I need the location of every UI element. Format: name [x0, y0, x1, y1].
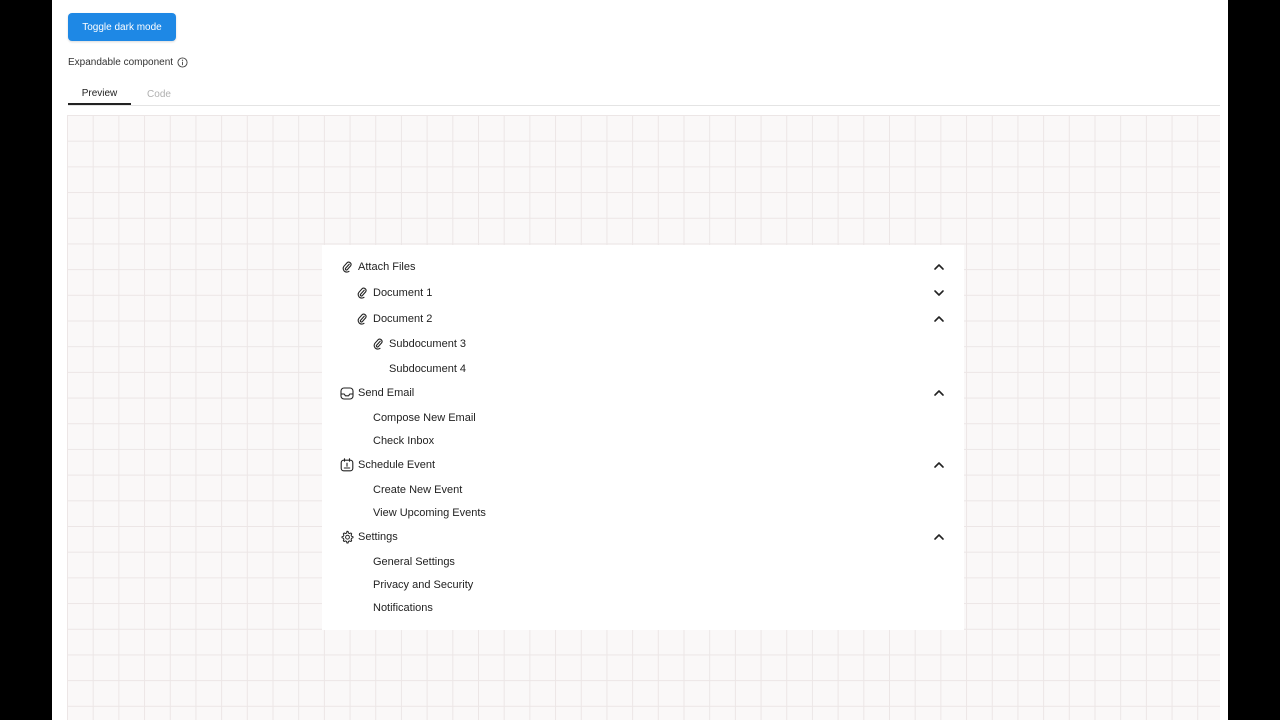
- component-label: Expandable component: [68, 55, 188, 69]
- gear-icon: [340, 530, 354, 544]
- tree-item-label: Settings: [358, 531, 398, 543]
- tree-item-document-2[interactable]: Document 2: [322, 308, 964, 330]
- tree-item-attach-files[interactable]: Attach Files: [322, 256, 964, 278]
- calendar-icon: [340, 458, 354, 472]
- tree-item-label: Create New Event: [373, 484, 463, 496]
- chevron-up-icon[interactable]: [933, 387, 945, 399]
- tree-item-label: Document 2: [373, 313, 433, 325]
- tree-item-label: Subdocument 3: [389, 338, 467, 350]
- tab-code[interactable]: Code: [131, 84, 187, 104]
- tree-item-general-settings[interactable]: General Settings: [322, 551, 964, 573]
- page: Toggle dark mode Expandable component Pr…: [52, 0, 1228, 720]
- tree-item-view-upcoming-events[interactable]: View Upcoming Events: [322, 502, 964, 524]
- tree-item-privacy-and-security[interactable]: Privacy and Security: [322, 574, 964, 596]
- component-label-text: Expandable component: [68, 56, 174, 68]
- preview-canvas: Attach Files Document 1 Document 2 Subdo…: [67, 115, 1220, 720]
- tree-item-label: Compose New Email: [373, 412, 476, 424]
- expandable-tree: Attach Files Document 1 Document 2 Subdo…: [322, 245, 964, 630]
- tree-item-schedule-event[interactable]: Schedule Event: [322, 454, 964, 476]
- paperclip-icon: [340, 260, 354, 274]
- chevron-down-icon[interactable]: [933, 287, 945, 299]
- tree-item-subdocument-3[interactable]: Subdocument 3: [322, 333, 964, 355]
- tree-item-send-email[interactable]: Send Email: [322, 382, 964, 404]
- tree-item-label: Check Inbox: [373, 435, 435, 447]
- tree-item-subdocument-4[interactable]: Subdocument 4: [322, 358, 964, 380]
- tree-item-label: Attach Files: [358, 261, 416, 273]
- chevron-up-icon[interactable]: [933, 459, 945, 471]
- tree-item-label: Notifications: [373, 602, 433, 614]
- tree-item-label: Privacy and Security: [373, 579, 474, 591]
- tree-item-notifications[interactable]: Notifications: [322, 597, 964, 619]
- paperclip-icon: [355, 286, 369, 300]
- inbox-icon: [340, 386, 354, 400]
- chevron-up-icon[interactable]: [933, 313, 945, 325]
- chevron-up-icon[interactable]: [933, 531, 945, 543]
- tree-item-label: Document 1: [373, 287, 433, 299]
- tree-item-compose-new-email[interactable]: Compose New Email: [322, 407, 964, 429]
- tree-item-check-inbox[interactable]: Check Inbox: [322, 430, 964, 452]
- toggle-dark-mode-button[interactable]: Toggle dark mode: [68, 13, 176, 41]
- tree-item-label: View Upcoming Events: [373, 507, 486, 519]
- paperclip-icon: [355, 312, 369, 326]
- tab-preview[interactable]: Preview: [68, 84, 131, 105]
- info-icon[interactable]: [177, 56, 188, 68]
- tree-item-label: Schedule Event: [358, 459, 436, 471]
- tree-item-label: General Settings: [373, 556, 455, 568]
- paperclip-icon: [371, 337, 385, 351]
- tree-item-settings[interactable]: Settings: [322, 526, 964, 548]
- tree-item-label: Subdocument 4: [389, 363, 467, 375]
- chevron-up-icon[interactable]: [933, 261, 945, 273]
- tab-bar: Preview Code: [68, 84, 1220, 106]
- tree-item-document-1[interactable]: Document 1: [322, 282, 964, 304]
- tree-item-label: Send Email: [358, 387, 415, 399]
- tree-item-create-new-event[interactable]: Create New Event: [322, 479, 964, 501]
